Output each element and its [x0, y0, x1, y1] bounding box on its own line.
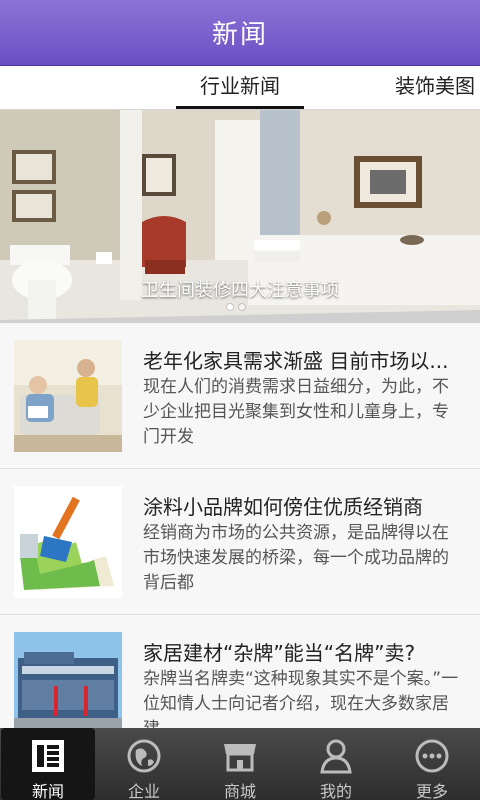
header-bar: 新闻: [0, 0, 480, 66]
carousel-indicator: [226, 303, 246, 311]
news-summary: 现在人们的消费需求日益细分，为此，不少企业把目光聚集到女性和儿童身上，专门开发: [143, 377, 449, 447]
person-icon: [320, 739, 352, 774]
nav-more[interactable]: 更多: [384, 728, 480, 800]
category-tabs: 行业新闻 装饰美图: [0, 66, 480, 110]
bottom-navigation: 新闻 企业 商城 我的 更多: [0, 728, 480, 800]
nav-mall[interactable]: 商城: [192, 728, 288, 800]
news-title: 涂料小品牌如何傍住优质经销商: [143, 495, 423, 519]
newspaper-icon: [32, 740, 64, 772]
banner-caption: 卫生间装修四大注意事项: [141, 280, 339, 301]
tab-industry-news[interactable]: 行业新闻: [176, 66, 304, 109]
more-icon: [415, 739, 449, 773]
storefront-icon: [224, 744, 256, 772]
news-title: 家居建材“杂牌”能当“名牌”卖?: [143, 641, 416, 665]
carousel-dot: [238, 303, 246, 311]
news-thumbnail: [14, 486, 122, 598]
nav-news[interactable]: 新闻: [1, 728, 95, 800]
news-summary: 经销商为市场的公共资源，是品牌得以在市场快速发展的桥梁，每一个成功品牌的背后都: [143, 523, 449, 593]
news-screen: 新闻 行业新闻 装饰美图 卫生间装修四大注意事项 老年化家具需求渐盛 目前市场以…: [0, 0, 480, 800]
news-thumbnail: [14, 340, 122, 452]
nav-mine[interactable]: 我的: [288, 728, 384, 800]
nav-label: 企业: [127, 782, 160, 800]
news-item[interactable]: 涂料小品牌如何傍住优质经销商 经销商为市场的公共资源，是品牌得以在市场快速发展的…: [0, 469, 480, 615]
carousel-dot-active: [226, 303, 234, 311]
banner-carousel[interactable]: 卫生间装修四大注意事项: [0, 110, 480, 323]
nav-label: 商城: [223, 782, 256, 800]
globe-icon: [127, 739, 161, 773]
nav-label: 新闻: [31, 782, 64, 800]
news-item[interactable]: 老年化家具需求渐盛 目前市场以... 现在人们的消费需求日益细分，为此，不少企业…: [0, 323, 480, 469]
page-title: 新闻: [211, 20, 268, 50]
nav-label: 更多: [415, 782, 448, 800]
news-list: 老年化家具需求渐盛 目前市场以... 现在人们的消费需求日益细分，为此，不少企业…: [0, 323, 480, 761]
tab-decoration-photos[interactable]: 装饰美图: [395, 66, 475, 109]
news-title: 老年化家具需求渐盛 目前市场以...: [143, 349, 449, 373]
nav-company[interactable]: 企业: [96, 728, 192, 800]
nav-label: 我的: [319, 782, 352, 800]
